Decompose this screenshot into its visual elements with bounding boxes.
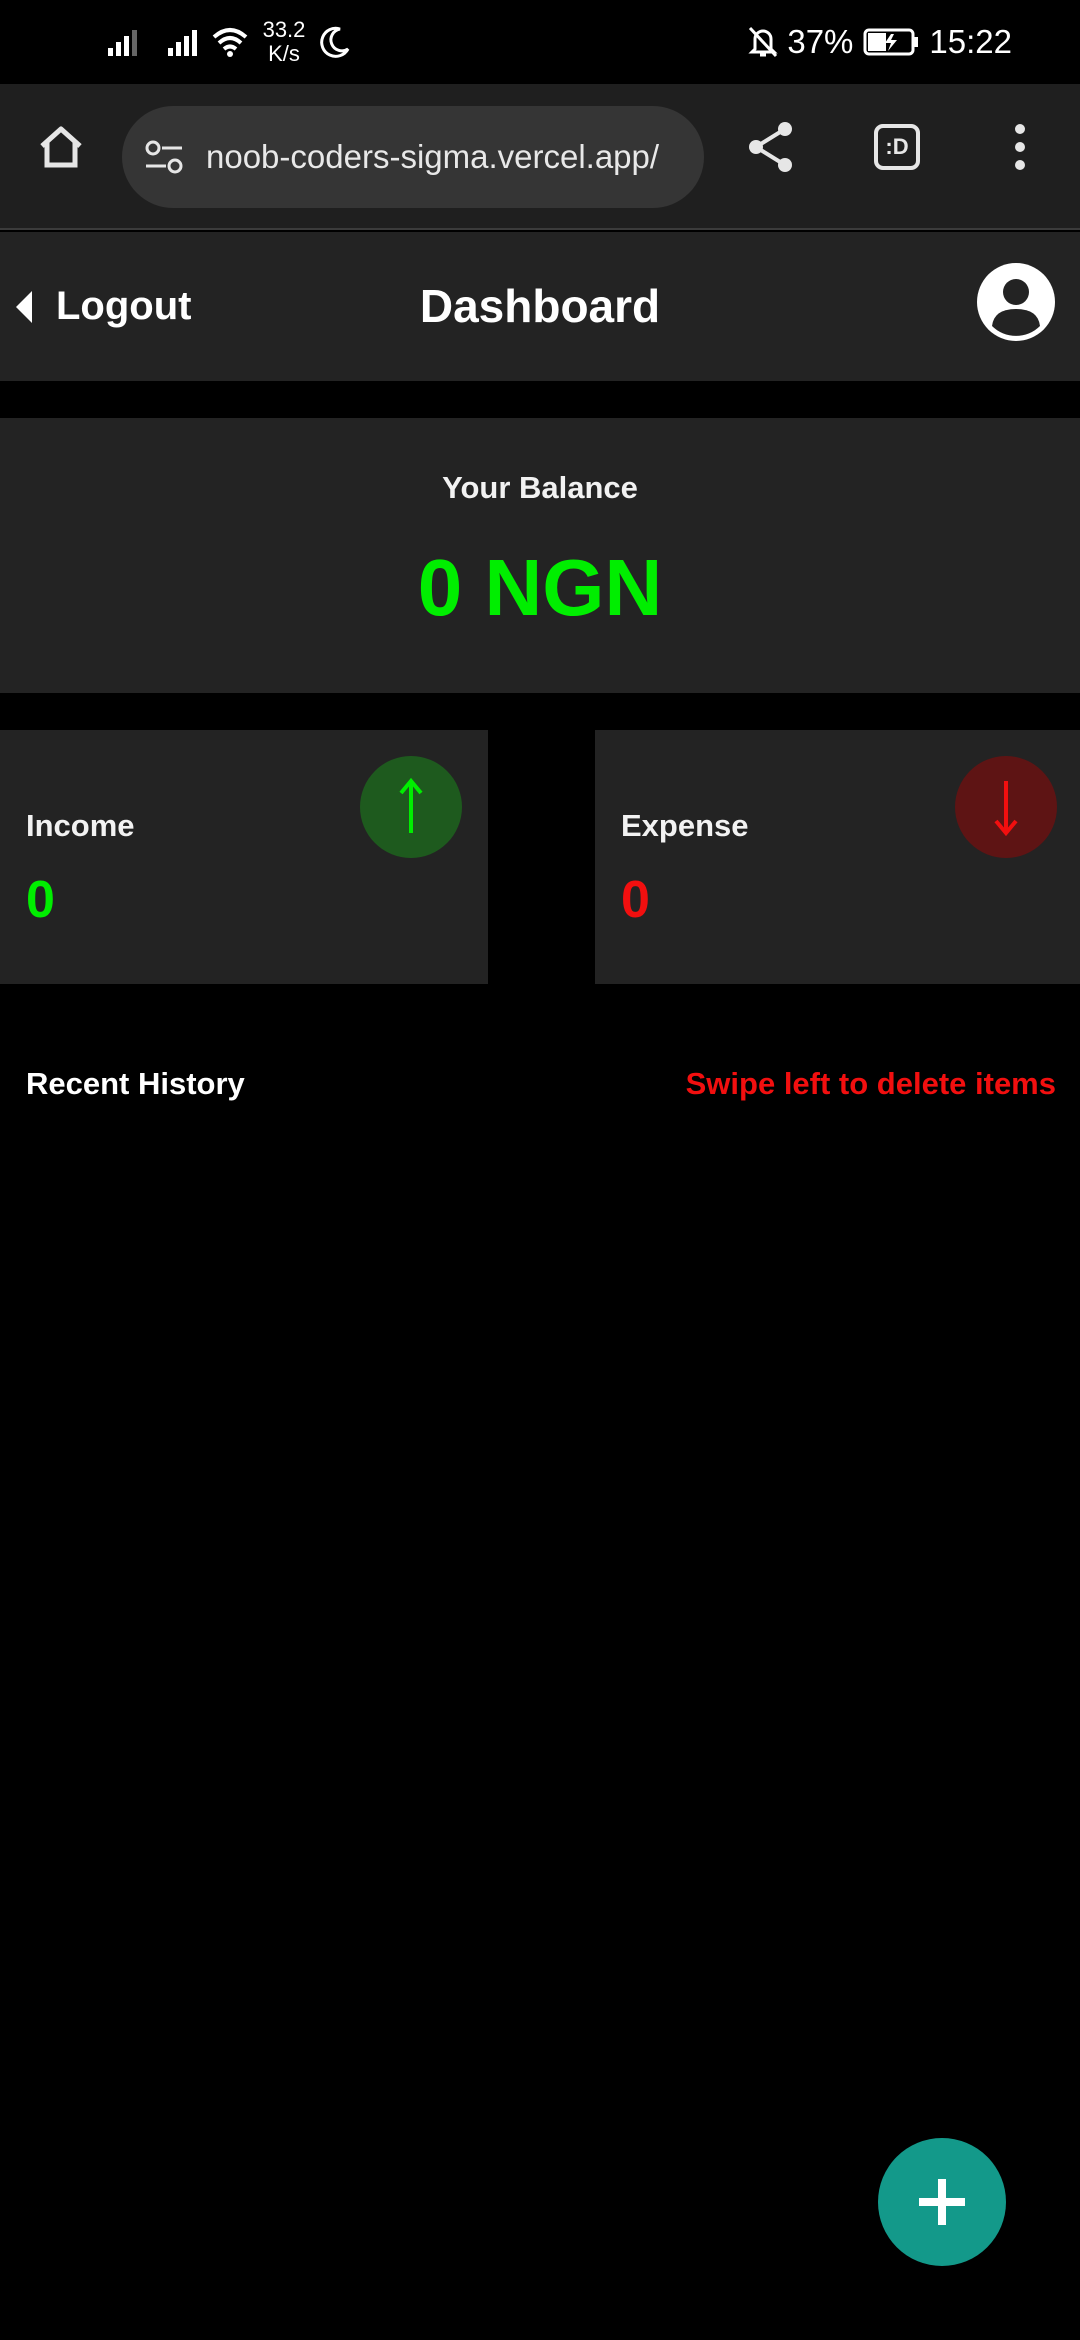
swipe-hint: Swipe left to delete items [685, 1066, 1056, 1101]
battery-percent: 37% [787, 23, 854, 60]
home-button[interactable] [26, 112, 96, 182]
home-icon [40, 126, 82, 168]
bell-off-icon [748, 26, 778, 58]
signal-icon [108, 30, 137, 56]
balance-card: Your Balance 0 NGN [0, 418, 1080, 693]
network-speed-value: 33.2 [262, 17, 306, 42]
share-button[interactable] [736, 112, 806, 182]
moon-icon [320, 26, 350, 58]
expense-value: 0 [621, 871, 650, 929]
share-icon [749, 122, 792, 172]
recent-history-title: Recent History [26, 1066, 245, 1101]
network-speed-unit: K/s [268, 41, 300, 66]
wifi-icon [212, 28, 248, 57]
income-badge [360, 756, 462, 858]
clock: 15:22 [929, 23, 1012, 60]
balance-label: Your Balance [442, 470, 638, 505]
browser-toolbar: noob-coders-sigma.vercel.app/ :D [0, 84, 1080, 230]
income-value: 0 [26, 871, 55, 929]
url-text[interactable]: noob-coders-sigma.vercel.app/ [206, 138, 686, 176]
tab-switcher-button[interactable]: :D [862, 112, 932, 182]
expense-card: Expense 0 [595, 730, 1080, 984]
signal-icon [168, 30, 197, 56]
expense-badge [955, 756, 1057, 858]
add-transaction-button[interactable] [878, 2138, 1006, 2266]
history-list[interactable] [0, 1120, 1080, 2120]
status-right: 37% 15:22 [747, 16, 1012, 68]
status-bar: 33.2 K/s 37% 15:22 [0, 0, 1080, 84]
arrow-down-icon [994, 781, 1018, 837]
address-bar[interactable]: noob-coders-sigma.vercel.app/ [122, 106, 704, 208]
page-title: Dashboard [419, 280, 661, 332]
income-label: Income [26, 808, 135, 843]
status-left: 33.2 K/s [106, 16, 352, 68]
arrow-up-icon [399, 777, 423, 833]
tune-icon[interactable] [144, 139, 184, 175]
expense-label: Expense [621, 808, 749, 843]
menu-button[interactable] [985, 112, 1055, 182]
battery-charging-icon [863, 28, 919, 56]
plus-icon [919, 2179, 965, 2225]
app-header: Logout Dashboard [0, 232, 1080, 381]
income-card: Income 0 [0, 730, 488, 984]
network-speed: 33.2 K/s [258, 18, 310, 66]
user-circle-icon[interactable] [976, 262, 1056, 342]
more-vertical-icon [1015, 124, 1025, 170]
balance-value: 0 NGN [417, 543, 663, 632]
tab-switcher-label: :D [874, 124, 920, 170]
